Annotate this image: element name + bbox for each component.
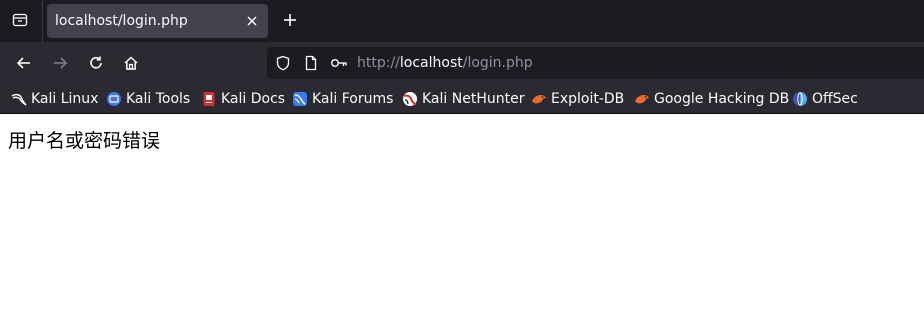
bookmark-kali-docs[interactable]: Kali Docs <box>201 84 285 113</box>
tab-list-button[interactable] <box>6 6 34 34</box>
tab-bar: localhost/login.php <box>0 0 924 42</box>
bookmark-label: Kali Tools <box>126 90 191 107</box>
arrow-right-icon <box>54 57 68 69</box>
bookmarks-toolbar: Kali Linux Kali Tools Kali Docs Kali For… <box>0 84 924 114</box>
kali-nethunter-icon <box>403 91 417 106</box>
bookmark-kali-linux[interactable]: Kali Linux <box>11 84 98 113</box>
forward-button[interactable] <box>48 51 72 75</box>
bookmark-google-hacking-db[interactable]: Google Hacking DB <box>634 84 789 113</box>
bookmark-label: Kali NetHunter <box>422 90 525 107</box>
home-icon <box>124 56 138 70</box>
url-host: localhost <box>399 55 463 71</box>
url-bar[interactable]: http://localhost/login.php <box>267 47 924 79</box>
back-button[interactable] <box>12 51 36 75</box>
close-icon[interactable] <box>244 13 260 29</box>
bookmark-kali-tools[interactable]: Kali Tools <box>106 84 190 113</box>
bookmark-kali-forums[interactable]: Kali Forums <box>292 84 393 113</box>
reload-button[interactable] <box>84 51 108 75</box>
tab-bar-separator <box>42 0 43 42</box>
kali-dragon-icon <box>11 93 27 106</box>
navigation-toolbar: http://localhost/login.php <box>0 42 924 84</box>
exploit-db-icon <box>532 94 546 103</box>
url-path: /login.php <box>462 55 533 71</box>
bookmark-offsec[interactable]: OffSec <box>792 84 858 113</box>
reload-icon <box>90 56 102 69</box>
kali-tools-icon <box>107 91 121 106</box>
tab-title: localhost/login.php <box>55 13 188 29</box>
active-tab[interactable]: localhost/login.php <box>47 4 268 38</box>
kali-docs-icon <box>203 91 215 106</box>
bookmark-exploit-db[interactable]: Exploit-DB <box>531 84 624 113</box>
url-scheme: http:// <box>357 55 400 71</box>
new-tab-button[interactable] <box>279 9 301 31</box>
url-text[interactable]: http://localhost/login.php <box>357 47 533 79</box>
offsec-icon <box>793 91 807 106</box>
bookmark-label: Exploit-DB <box>551 90 625 107</box>
bookmark-kali-nethunter[interactable]: Kali NetHunter <box>402 84 524 113</box>
bookmark-label: OffSec <box>812 90 858 107</box>
home-button[interactable] <box>119 51 143 75</box>
page-content: 用户名或密码错误 <box>0 115 924 336</box>
kali-forums-icon <box>293 91 307 106</box>
bookmark-label: Google Hacking DB <box>654 90 790 107</box>
bookmark-label: Kali Forums <box>312 90 394 107</box>
error-message: 用户名或密码错误 <box>8 130 161 152</box>
plus-icon <box>284 14 296 26</box>
arrow-left-icon <box>16 57 30 69</box>
bookmark-label: Kali Linux <box>31 90 99 107</box>
shield-icon[interactable] <box>275 55 291 71</box>
ghdb-icon <box>635 94 649 103</box>
key-icon[interactable] <box>330 55 348 71</box>
tab-list-icon <box>12 13 28 27</box>
bookmark-label: Kali Docs <box>221 90 286 107</box>
page-icon[interactable] <box>303 55 319 71</box>
